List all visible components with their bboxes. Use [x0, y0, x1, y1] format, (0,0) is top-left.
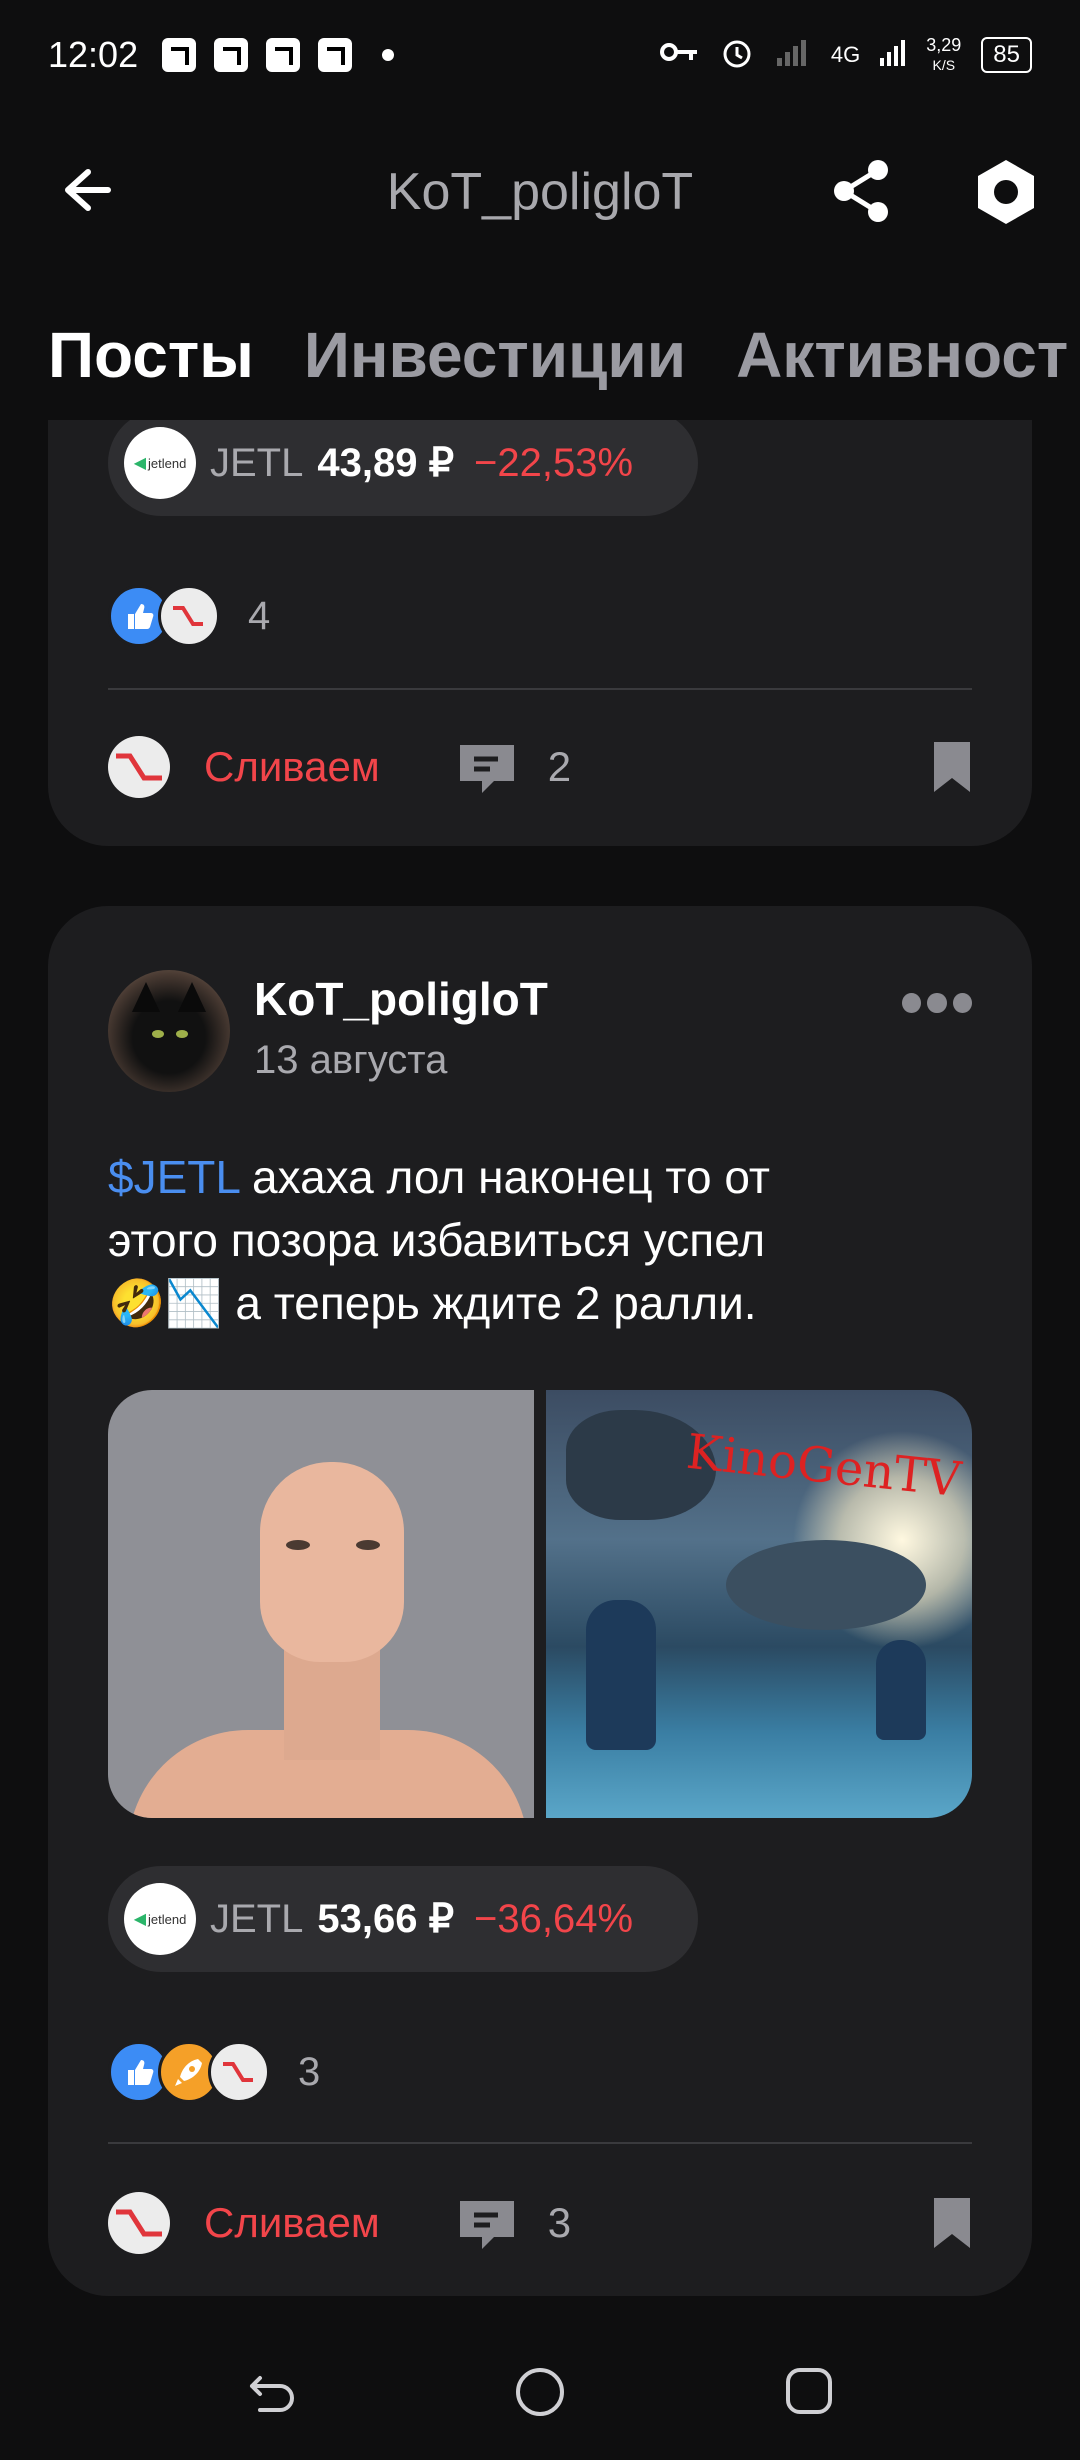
ticker-change: −36,64%: [474, 1896, 634, 1941]
post-actions: Сливаем 3: [108, 2188, 972, 2258]
status-bar: 12:02 4G 3,29 K/S 85: [0, 0, 1080, 110]
post-image-gallery: KinoGenTV: [108, 1390, 972, 1818]
comment-count: 3: [547, 2199, 572, 2246]
divider: [108, 2142, 972, 2144]
notification-icon: [162, 38, 197, 72]
more-notifications-icon: [382, 49, 395, 61]
bookmark-icon[interactable]: [932, 740, 972, 794]
more-options-icon[interactable]: [902, 990, 972, 1016]
dump-icon: [108, 2192, 170, 2254]
ticker-chip[interactable]: ◀ jetlend JETL 43,89 ₽ −22,53%: [108, 420, 698, 516]
ticker-symbol: JETL: [210, 440, 304, 485]
profile-tabs: Посты Инвестиции Активност: [0, 300, 1080, 410]
status-time: 12:02: [48, 34, 139, 75]
post-date: 13 августа: [254, 1038, 448, 1082]
share-icon[interactable]: [826, 156, 896, 226]
comments-button[interactable]: 2: [456, 739, 571, 795]
comment-count: 2: [547, 743, 572, 790]
post-text: $JETL ахаха лол наконец то от этого позо…: [108, 1146, 988, 1335]
network-type: 4G: [830, 42, 861, 67]
status-right: 4G 3,29 K/S 85: [659, 34, 1032, 76]
post-text-line1: ахаха лол наконец то от: [239, 1151, 770, 1203]
ticker-price: 53,66 ₽: [317, 1897, 455, 1941]
tab-activity[interactable]: Активност: [736, 318, 1068, 392]
comment-icon: [459, 745, 514, 793]
reaction-count: 4: [248, 593, 271, 638]
logo-text: jetlend: [148, 1911, 187, 1927]
comments-button[interactable]: 3: [456, 2195, 571, 2251]
signal-icon: [775, 36, 811, 74]
nav-recents-icon[interactable]: [786, 2368, 832, 2414]
dump-label: Сливаем: [204, 2199, 380, 2246]
post-text-line2: этого позора избавиться успел: [108, 1214, 766, 1266]
data-speed-value: 3,29: [926, 35, 962, 55]
tab-investments[interactable]: Инвестиции: [304, 318, 686, 392]
dump-reaction-icon: [158, 585, 220, 647]
dump-icon: [108, 736, 170, 798]
tab-posts[interactable]: Посты: [48, 318, 254, 392]
notification-icon: [266, 38, 301, 72]
dump-button[interactable]: Сливаем: [108, 736, 380, 798]
divider: [108, 688, 972, 690]
emoji-icons: 🤣📉: [108, 1277, 223, 1329]
ticker-tag-link[interactable]: $JETL: [108, 1151, 239, 1203]
battery-indicator: 85: [981, 37, 1032, 73]
reactions-summary[interactable]: 4: [108, 584, 270, 648]
profile-header: KoT_poliglоT: [0, 130, 1080, 260]
notification-icon: [318, 38, 353, 72]
dump-reaction-icon: [208, 2041, 270, 2103]
comment-icon: [459, 2201, 514, 2249]
nav-home-icon[interactable]: [516, 2368, 564, 2416]
nav-back-icon[interactable]: [246, 2370, 296, 2420]
dump-button[interactable]: Сливаем: [108, 2192, 380, 2254]
ticker-change: −22,53%: [474, 440, 634, 485]
jetlend-logo: ◀ jetlend: [124, 427, 196, 499]
author-name[interactable]: KoT_poliglоT: [254, 972, 548, 1026]
post-actions: Сливаем 2: [108, 732, 972, 802]
key-icon: [659, 40, 699, 70]
notification-icon: [214, 38, 249, 72]
logo-text: jetlend: [148, 455, 187, 471]
alarm-icon: [719, 34, 755, 76]
post-card-previous: ◀ jetlend JETL 43,89 ₽ −22,53% 4 Сливаем …: [48, 420, 1032, 846]
ticker-symbol: JETL: [210, 1896, 304, 1941]
post-image-movie-still[interactable]: KinoGenTV: [546, 1390, 972, 1818]
system-nav-bar: [0, 2330, 1080, 2460]
settings-hexagon-icon[interactable]: [970, 156, 1042, 228]
page-title: KoT_poliglоT: [386, 163, 694, 221]
data-speed-unit: K/S: [932, 57, 956, 73]
jetlend-logo: ◀ jetlend: [124, 1883, 196, 1955]
data-speed: 3,29 K/S: [926, 35, 961, 75]
post-image-mannequin[interactable]: [108, 1390, 534, 1818]
signal-icon: [880, 36, 906, 74]
bookmark-icon[interactable]: [932, 2196, 972, 2250]
author-avatar[interactable]: [108, 970, 230, 1092]
post-card: KoT_poliglоT 13 августа $JETL ахаха лол …: [48, 906, 1032, 2296]
ticker-price: 43,89 ₽: [317, 441, 455, 485]
reactions-summary[interactable]: 3: [108, 2040, 320, 2104]
dump-label: Сливаем: [204, 743, 380, 790]
reaction-count: 3: [298, 2049, 321, 2094]
post-text-line3: а теперь ждите 2 ралли.: [222, 1277, 757, 1329]
ticker-chip[interactable]: ◀ jetlend JETL 53,66 ₽ −36,64%: [108, 1866, 698, 1972]
